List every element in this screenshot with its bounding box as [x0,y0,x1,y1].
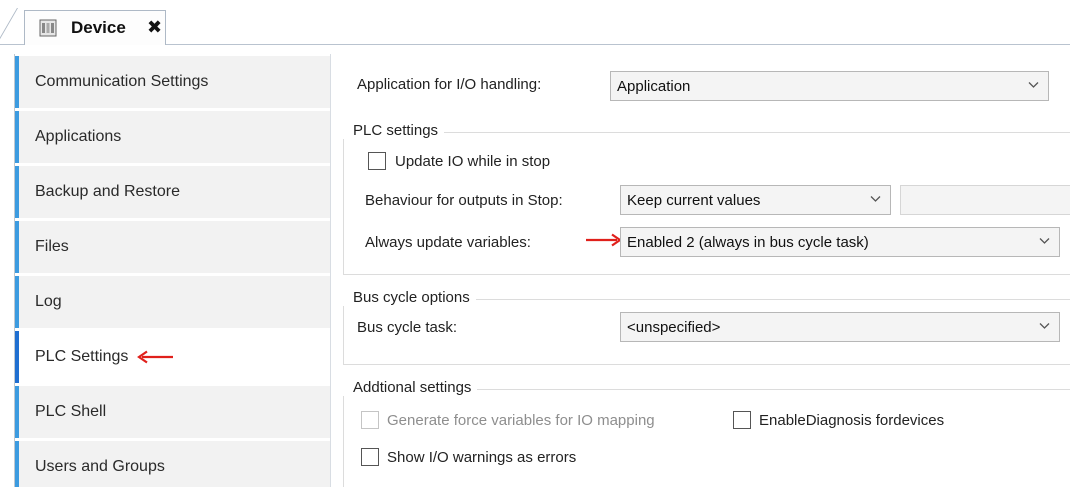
bus-cycle-group-title: Bus cycle options [343,289,476,306]
io-warnings-label: Show I/O warnings as errors [387,449,577,466]
sidebar-item-label: PLC Settings [35,348,129,365]
bus-cycle-task-dropdown[interactable]: <unspecified> [620,312,1060,342]
editor-tab-strip: Device ✖ [0,0,1070,46]
outputs-stop-extra-field [900,185,1070,215]
outputs-stop-label: Behaviour for outputs in Stop: [365,192,563,209]
sidebar-item-label: Communication Settings [35,73,209,90]
sidebar-item-applications[interactable]: Applications [15,111,331,163]
device-icon [39,19,57,37]
sidebar-item-backup-and-restore[interactable]: Backup and Restore [15,166,331,218]
force-variables-label: Generate force variables for IO mapping [387,412,655,429]
enable-diagnosis-label: EnableDiagnosis fordevices [759,412,945,429]
io-handling-dropdown[interactable]: Application [610,71,1049,101]
enable-diagnosis-checkbox[interactable] [733,411,751,429]
io-handling-value: Application [617,77,691,95]
force-variables-checkbox [361,411,379,429]
always-update-value: Enabled 2 (always in bus cycle task) [627,233,869,251]
bus-cycle-task-value: <unspecified> [627,318,721,336]
chevron-down-icon [870,196,881,202]
sidebar-item-label: Users and Groups [35,458,165,475]
update-io-label: Update IO while in stop [395,153,551,170]
sidebar-item-communication-settings[interactable]: Communication Settings [15,56,331,108]
chevron-down-icon [1039,238,1050,244]
tab-device[interactable]: Device ✖ [24,10,166,45]
always-update-dropdown[interactable]: Enabled 2 (always in bus cycle task) [620,227,1060,257]
chevron-down-icon [1028,82,1039,88]
sidebar-item-plc-settings[interactable]: PLC Settings [15,331,331,383]
sidebar-item-plc-shell[interactable]: PLC Shell [15,386,331,438]
plc-settings-group-title: PLC settings [343,122,445,139]
sidebar-item-users-and-groups[interactable]: Users and Groups [15,441,331,487]
device-settings-sidebar: Communication Settings Applications Back… [14,54,331,487]
sidebar-item-files[interactable]: Files [15,221,331,273]
sidebar-item-label: PLC Shell [35,403,107,420]
annotation-arrow-right-icon [586,233,622,247]
close-icon[interactable]: ✖ [147,17,162,38]
sidebar-item-label: Applications [35,128,122,145]
sidebar-item-label: Backup and Restore [35,183,180,200]
tab-device-label: Device [71,18,126,37]
update-io-checkbox[interactable] [368,152,386,170]
sidebar-item-label: Files [35,238,69,255]
additional-settings-group [343,389,1070,487]
outputs-stop-dropdown[interactable]: Keep current values [620,185,891,215]
bus-cycle-task-label: Bus cycle task: [357,319,458,336]
sidebar-item-log[interactable]: Log [15,276,331,328]
annotation-arrow-left-icon [137,350,174,364]
chevron-down-icon [1039,323,1050,329]
always-update-label: Always update variables: [365,234,531,251]
outputs-stop-value: Keep current values [627,191,761,209]
sidebar-item-label: Log [35,293,62,310]
io-warnings-checkbox[interactable] [361,448,379,466]
io-handling-label: Application for I/O handling: [357,76,542,93]
additional-settings-group-title: Addtional settings [343,379,478,396]
plc-settings-panel: Application for I/O handling: Applicatio… [330,54,1070,487]
